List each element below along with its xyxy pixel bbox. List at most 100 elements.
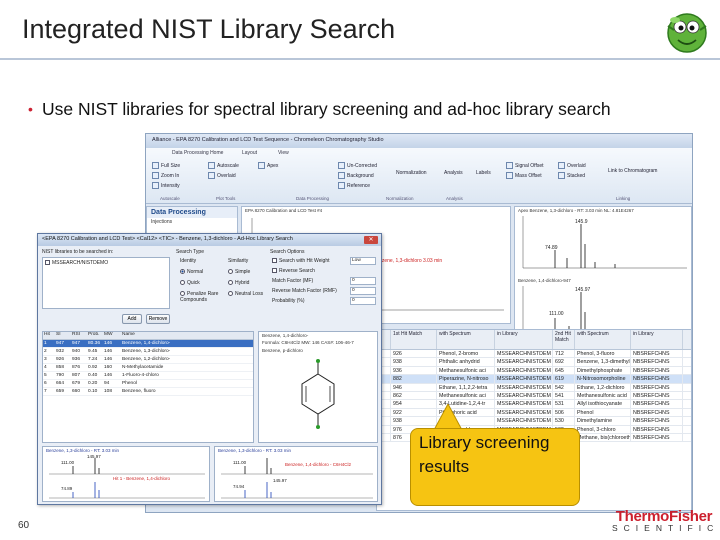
radio-neutral-loss[interactable] [228,291,233,297]
result-row[interactable]: 4 858 876 0.92 160 N-Methylacetamide [43,364,253,372]
background-button[interactable]: Background [338,172,374,179]
grid-header-library-2[interactable]: in Library [631,330,683,349]
ribbon-group-analysis: Analysis [446,196,463,201]
probability-label: Probability (%) [272,298,305,304]
apex-button[interactable]: Apex [258,162,278,169]
reverse-search-checkbox[interactable] [272,268,277,274]
library-list-item[interactable]: MSSEARCH/NISTDEMO [45,260,108,266]
injections-item[interactable]: Injections [147,218,237,226]
table-row[interactable]: 938 Phthalic anhydrid MSSEARCHNISTDEM 692 Be… [377,358,691,367]
grid-header-spectrum-1[interactable]: with Spectrum [437,330,495,349]
table-row[interactable]: 922 Phosphoric acid MSSEARCHNISTDEM 506 Phen… [377,408,691,418]
analysis-button[interactable]: Analysis [444,170,463,176]
libraries-label: NIST libraries to be searched in: [42,249,114,255]
structure-synonym: Benzene, p-dichloro [262,347,303,353]
results-header-name[interactable]: Name [121,332,221,339]
labels-button[interactable]: Labels [476,170,491,176]
ribbon-group-linking: Linking [616,196,631,201]
table-row[interactable]: 882 Piperazine, N-nitroso MSSEARCHNISTDEM 6… [377,375,691,384]
result-row[interactable]: 7 659 660 0.10 108 Benzene, fluoro [43,388,253,396]
reference-button[interactable]: Reference [338,182,370,189]
search-hybrid-radio[interactable]: Hybrid [228,280,249,286]
hit-weight-checkbox[interactable] [272,258,277,264]
grid-header-row: 1st Hit Match with Spectrum in Library 2… [377,330,691,350]
results-header-rsi[interactable]: RSI [71,332,87,339]
search-quick-radio[interactable]: Quick [180,280,200,286]
hit-weight-select[interactable]: Low [350,257,376,265]
search-penalize-radio[interactable]: Penalize Rare Compounds [180,291,228,303]
table-cell: Ethane, 1,2-dichloro [575,383,631,391]
signal-offset-button[interactable]: Signal Offset [506,162,544,169]
result-cell: 790 [56,373,65,378]
results-header-mw[interactable]: MW [103,332,121,339]
radio-normal[interactable] [180,269,185,275]
search-neutral-loss-radio[interactable]: Neutral Loss [228,291,263,297]
result-row[interactable]: 2 932 940 9.45 146 Benzene, 1,3-dichloro- [43,348,253,356]
result-cell: 1 [44,341,47,346]
radio-quick[interactable] [180,280,185,286]
full-size-button[interactable]: Full Size [152,162,180,169]
ribbon-tab-view[interactable]: View [278,150,289,156]
search-normal-radio[interactable]: Normal [180,269,203,275]
mini-right-sub: Benzene, 1,4-dichloro - C6H4Cl2 [285,462,352,467]
result-cell: Benzene, 1,3-dichloro- [122,349,171,354]
reverse-search-option[interactable]: Reverse Search [272,268,315,274]
search-results-table: Hit SI RSI Prob. MW Name 1 947 947 80.36 146… [42,331,254,443]
grid-header-2nd-hit[interactable]: 2nd Hit Match [553,330,575,349]
intensity-button[interactable]: Intensity [152,182,180,189]
radio-simple[interactable] [228,269,233,275]
mass-offset-button[interactable]: Mass Offset [506,172,542,179]
result-cell: 7.24 [88,357,98,362]
grid-header-library-1[interactable]: in Library [495,330,553,349]
background-icon [338,172,345,179]
grid-header-spectrum-2[interactable]: with Spectrum [575,330,631,349]
table-cell: 541 [553,391,575,400]
radio-hybrid[interactable] [228,280,233,286]
search-simple-radio[interactable]: Simple [228,269,250,275]
normalization-button[interactable]: Normalization [396,170,427,176]
link-chromatogram-button[interactable]: Link to Chromatogram [608,168,660,174]
add-library-button[interactable]: Add [122,314,142,324]
result-cell: 664 [56,381,65,386]
autoscale-button[interactable]: Autoscale [208,162,239,169]
radio-penalize[interactable] [180,291,185,297]
probability-input[interactable]: 0 [350,297,376,305]
overlaid-view-button[interactable]: Overlaid [558,162,586,169]
table-row[interactable]: 946 Ethane, 1,1,2,2-tetra MSSEARCHNISTDEM 5… [377,383,691,392]
result-row[interactable]: 3 926 936 7.24 146 Benzene, 1,2-dichloro- [43,356,253,364]
result-cell: 0.40 [88,373,98,378]
grid-header-1st-hit[interactable]: 1st Hit Match [391,330,437,349]
results-header-hit[interactable]: Hit [43,332,55,339]
hit-weight-option[interactable]: Search with Hit Weight [272,258,329,264]
overlaid-button[interactable]: Overlaid [208,172,236,179]
table-cell: 531 [553,400,575,408]
uncorrected-button[interactable]: Un-Corrected [338,162,377,169]
result-row[interactable]: 1 947 947 80.36 146 Benzene, 1,4-dichloro- [43,340,253,348]
reverse-match-factor-input[interactable]: 0 [350,287,376,295]
close-icon[interactable]: ✕ [364,236,378,244]
results-header-si[interactable]: SI [55,332,71,339]
table-cell: Phenol [575,408,631,417]
ribbon-tab-home[interactable]: Data Processing Home [172,150,223,156]
remove-library-button[interactable]: Remove [146,314,170,324]
structure-pane: Benzene, 1,4-dichloro- Formula: C6H4Cl2 … [258,331,378,443]
table-cell: Phenol, 2-bromo [437,350,495,358]
result-cell: 6 [44,381,47,386]
library-checkbox[interactable] [45,260,50,266]
result-row[interactable]: 6 664 679 0.20 94 Phenol [43,380,253,388]
result-cell: 0.92 [88,365,98,370]
result-row[interactable]: 5 790 807 0.40 146 1-Fluoro-4-chloro [43,372,253,380]
match-factor-input[interactable]: 0 [350,277,376,285]
table-row[interactable]: 938AnilineMSSEARCHNISTDEM530Dimethylamin… [377,417,691,426]
table-row[interactable]: 954 3,4-Lutidine-1,2,4-tr MSSEARCHNISTDEM 5… [377,400,691,409]
table-row[interactable]: 926 Phenol, 2-bromo MSSEARCHNISTDEM 712 Phen… [377,350,691,359]
table-cell: Phthalic anhydrid [437,358,495,366]
table-row[interactable]: 862 Methanesulfonic aci MSSEARCHNISTDEM 541… [377,391,691,401]
library-list[interactable]: MSSEARCH/NISTDEMO [42,257,170,309]
zoom-in-button[interactable]: Zoom In [152,172,179,179]
table-row[interactable]: 936 Methanesulfonic aci MSSEARCHNISTDEM 645… [377,366,691,376]
stacked-view-button[interactable]: Stacked [558,172,585,179]
mini-right-peak-2: 74.94 [233,484,245,489]
ribbon-tab-layout[interactable]: Layout [242,150,257,156]
results-header-prob[interactable]: Prob. [87,332,103,339]
